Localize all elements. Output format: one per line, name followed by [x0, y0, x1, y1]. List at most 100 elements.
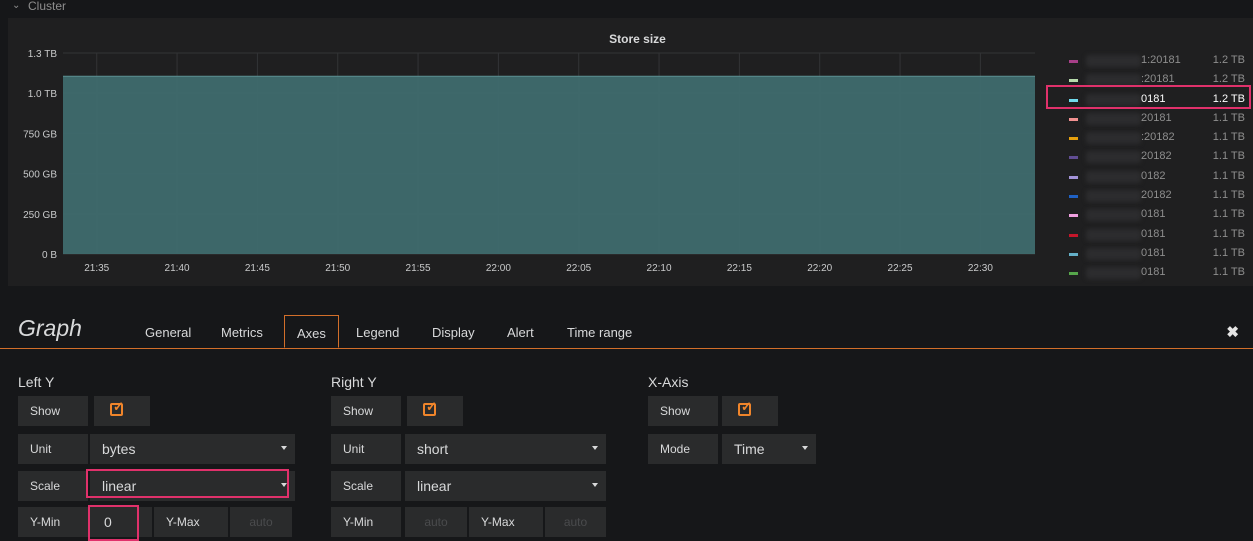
- redacted-host: [1086, 112, 1141, 125]
- legend-series-value: 1.1 TB: [1212, 227, 1245, 240]
- right-show-label: Show: [331, 396, 401, 426]
- chevron-down-icon[interactable]: ⌄: [12, 0, 20, 11]
- x-tick-label: 22:00: [486, 263, 511, 274]
- right-scale-label: Scale: [331, 471, 401, 501]
- legend-series-name: 0181: [1141, 246, 1166, 259]
- left-ymax-input[interactable]: auto: [230, 507, 292, 537]
- legend-series-value: 1.2 TB: [1212, 73, 1245, 86]
- legend-series-value: 1.1 TB: [1212, 246, 1245, 259]
- redacted-host: [1086, 151, 1141, 164]
- x-tick-label: 21:55: [406, 263, 431, 274]
- tab-metrics[interactable]: Metrics: [221, 325, 263, 340]
- redacted-host: [1086, 190, 1141, 203]
- graph-panel: 0 B 250 GB 500 GB 750 GB 1.0 TB 1.3 TB 21:35 21…: [8, 18, 1253, 286]
- legend-item[interactable]: 20181 1.1 TB: [1048, 110, 1253, 129]
- right-ymax-label: Y-Max: [469, 507, 543, 537]
- left-show-checkbox[interactable]: ✓: [94, 396, 150, 426]
- legend-series-name: 0181: [1141, 227, 1166, 240]
- legend-series-name: 0181: [1141, 208, 1166, 221]
- x-tick-label: 22:20: [807, 263, 832, 274]
- right-ymin-label: Y-Min: [331, 507, 401, 537]
- legend-swatch: [1069, 233, 1078, 237]
- legend-item[interactable]: 0181 1.1 TB: [1048, 264, 1253, 283]
- left-ymax-label: Y-Max: [154, 507, 228, 537]
- row-title: Cluster: [28, 0, 67, 13]
- left-ymin-label: Y-Min: [18, 507, 88, 537]
- legend-item[interactable]: 0181 1.1 TB: [1048, 245, 1253, 264]
- right-scale-select[interactable]: linear: [405, 471, 606, 501]
- x-mode-select[interactable]: Time: [722, 434, 816, 464]
- checkmark-icon: ✓: [426, 399, 437, 414]
- legend-series-value: 1.2 TB: [1212, 54, 1245, 66]
- legend-swatch: [1069, 117, 1078, 121]
- right-unit-label: Unit: [331, 434, 401, 464]
- redacted-host: [1086, 170, 1141, 183]
- legend-swatch: [1069, 60, 1078, 63]
- legend-series-name: 1:20181: [1141, 54, 1181, 66]
- y-tick-label: 0 B: [42, 250, 57, 261]
- x-tick-label: 22:05: [566, 263, 591, 274]
- tab-time-range[interactable]: Time range: [567, 325, 632, 340]
- x-mode-label: Mode: [648, 434, 718, 464]
- x-tick-label: 22:15: [727, 263, 752, 274]
- right-show-checkbox[interactable]: ✓: [407, 396, 463, 426]
- store-size-chart: 0 B 250 GB 500 GB 750 GB 1.0 TB 1.3 TB 21:35 21…: [23, 49, 1035, 274]
- legend-series-name: :20182: [1141, 131, 1175, 144]
- close-icon[interactable]: ✖: [1226, 323, 1239, 341]
- chart-title: Store size: [609, 32, 666, 46]
- y-tick-label: 500 GB: [23, 170, 57, 181]
- y-tick-label: 750 GB: [23, 129, 57, 140]
- caret-down-icon: [592, 483, 598, 487]
- redacted-host: [1086, 267, 1141, 280]
- right-ymin-input[interactable]: auto: [405, 507, 467, 537]
- left-y-title: Left Y: [18, 374, 55, 390]
- legend-item[interactable]: 0182 1.1 TB: [1048, 168, 1253, 187]
- tab-general[interactable]: General: [145, 325, 191, 340]
- left-unit-select[interactable]: bytes: [90, 434, 295, 464]
- caret-down-icon: [281, 446, 287, 450]
- legend-swatch: [1069, 195, 1078, 199]
- legend-swatch: [1069, 137, 1078, 141]
- tab-display[interactable]: Display: [432, 325, 475, 340]
- right-unit-select[interactable]: short: [405, 434, 606, 464]
- x-tick-label: 21:45: [245, 263, 270, 274]
- ymin-highlight-outline: [88, 505, 139, 541]
- legend-swatch: [1069, 156, 1078, 160]
- scale-highlight-outline: [86, 469, 289, 498]
- legend-highlight-outline: [1046, 85, 1251, 109]
- tab-axes[interactable]: Axes: [284, 315, 339, 348]
- tab-legend[interactable]: Legend: [356, 325, 399, 340]
- redacted-host: [1086, 55, 1141, 67]
- legend-item[interactable]: 1:20181 1.2 TB: [1048, 52, 1253, 71]
- legend-series-value: 1.1 TB: [1212, 111, 1245, 124]
- right-ymax-input[interactable]: auto: [545, 507, 606, 537]
- legend-series-value: 1.1 TB: [1212, 266, 1245, 279]
- y-tick-label: 250 GB: [23, 210, 57, 221]
- checkmark-icon: ✓: [113, 399, 124, 414]
- x-tick-label: 21:50: [325, 263, 350, 274]
- y-tick-label: 1.0 TB: [28, 89, 58, 100]
- caret-down-icon: [802, 446, 808, 450]
- redacted-host: [1086, 209, 1141, 222]
- legend-series-name: :20181: [1141, 73, 1175, 86]
- legend-item[interactable]: :20182 1.1 TB: [1048, 129, 1253, 148]
- legend-swatch: [1069, 79, 1078, 83]
- legend-item[interactable]: 20182 1.1 TB: [1048, 148, 1253, 167]
- legend-item[interactable]: 20182 1.1 TB: [1048, 187, 1253, 206]
- left-scale-label: Scale: [18, 471, 88, 501]
- x-tick-label: 22:10: [647, 263, 672, 274]
- x-show-checkbox[interactable]: ✓: [722, 396, 778, 426]
- legend-series-value: 1.1 TB: [1212, 169, 1245, 182]
- redacted-host: [1086, 132, 1141, 145]
- panel-editor-header: Graph General Metrics Axes Legend Display Ale…: [0, 305, 1253, 349]
- legend-item[interactable]: 0181 1.1 TB: [1048, 226, 1253, 245]
- tab-alert[interactable]: Alert: [507, 325, 534, 340]
- x-show-label: Show: [648, 396, 718, 426]
- redacted-host: [1086, 247, 1141, 260]
- legend-series-name: 20182: [1141, 189, 1172, 202]
- x-axis-title: X-Axis: [648, 374, 689, 390]
- row-header-cluster[interactable]: ⌄ Cluster: [0, 0, 1253, 16]
- legend-item[interactable]: 0181 1.1 TB: [1048, 206, 1253, 225]
- y-tick-label: 1.3 TB: [28, 49, 58, 60]
- x-tick-label: 21:35: [84, 263, 109, 274]
